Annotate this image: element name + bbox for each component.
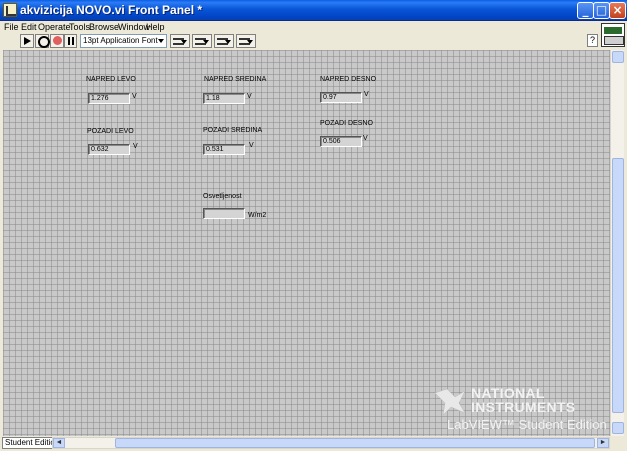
- indicator-osvetljenost[interactable]: [203, 208, 245, 219]
- indicator-label-napred-sredina: NAPRED SREDINA: [204, 76, 267, 83]
- indicator-unit-napred-levo: V: [132, 93, 137, 100]
- distribute-objects-dropdown[interactable]: [192, 34, 212, 48]
- horizontal-scroll-thumb[interactable]: [115, 438, 595, 448]
- font-dropdown[interactable]: 13pt Application Font: [80, 34, 167, 48]
- indicator-unit-pozadi-sredina: V: [249, 142, 254, 149]
- menu-tools[interactable]: Tools: [69, 22, 90, 33]
- chevron-down-icon: [225, 40, 231, 44]
- indicator-unit-napred-desno: V: [364, 91, 369, 98]
- menu-browse[interactable]: Browse: [89, 22, 119, 33]
- window-title: akvizicija NOVO.vi Front Panel *: [20, 3, 203, 17]
- chevron-down-icon: [158, 39, 164, 43]
- indicator-pozadi-levo[interactable]: 0.632: [88, 144, 130, 155]
- menu-bar: File Edit Operate Tools Browse Window He…: [0, 21, 600, 34]
- indicator-label-osvetljenost: Osvetljenost: [203, 193, 242, 200]
- vertical-scrollbar[interactable]: [610, 50, 624, 436]
- reorder-dropdown[interactable]: [236, 34, 256, 48]
- status-bar: Student Edition ◄ ►: [0, 436, 627, 451]
- front-panel[interactable]: NAPRED LEVO 1.276 V NAPRED SREDINA 1.18 …: [3, 50, 610, 436]
- indicator-label-pozadi-desno: POZADI DESNO: [320, 120, 373, 127]
- align-objects-dropdown[interactable]: [170, 34, 190, 48]
- run-continuously-button[interactable]: [35, 34, 50, 48]
- indicator-unit-pozadi-levo: V: [133, 143, 138, 150]
- indicator-label-pozadi-levo: POZADI LEVO: [87, 128, 134, 135]
- chevron-down-icon: [247, 40, 253, 44]
- indicator-label-napred-levo: NAPRED LEVO: [86, 76, 136, 83]
- font-dropdown-value: 13pt Application Font: [83, 36, 158, 45]
- context-help-button[interactable]: ?: [587, 34, 598, 47]
- horizontal-scrollbar[interactable]: ◄ ►: [52, 437, 610, 449]
- minimize-button[interactable]: _: [577, 2, 594, 19]
- menu-edit[interactable]: Edit: [21, 22, 37, 33]
- menu-file[interactable]: File: [4, 22, 19, 33]
- indicator-label-pozadi-sredina: POZADI SREDINA: [203, 127, 263, 134]
- maximize-button[interactable]: □: [593, 2, 610, 19]
- close-button[interactable]: ×: [609, 2, 626, 19]
- vi-icon[interactable]: [601, 23, 625, 47]
- vertical-scroll-thumb[interactable]: [612, 158, 624, 413]
- scroll-up-button[interactable]: [612, 51, 624, 63]
- abort-execution-button[interactable]: [50, 34, 64, 48]
- indicator-napred-desno[interactable]: 0.97: [320, 92, 362, 103]
- resize-objects-dropdown[interactable]: [214, 34, 234, 48]
- labview-app-icon[interactable]: [3, 3, 17, 17]
- indicator-unit-pozadi-desno: V: [363, 135, 368, 142]
- labview-edition-text: LabVIEW™ Student Edition: [447, 417, 607, 432]
- title-bar: akvizicija NOVO.vi Front Panel * _ □ ×: [0, 0, 627, 21]
- indicator-label-napred-desno: NAPRED DESNO: [320, 76, 377, 83]
- run-button[interactable]: [20, 34, 34, 48]
- indicator-unit-osvetljenost: W/m2: [248, 212, 267, 219]
- indicator-pozadi-desno[interactable]: 0.506: [320, 136, 362, 147]
- indicator-napred-sredina[interactable]: 1.18: [203, 93, 245, 104]
- ni-labview-watermark: NATIONAL INSTRUMENTS LabVIEW™ Student Ed…: [433, 383, 610, 433]
- chevron-down-icon: [203, 40, 209, 44]
- indicator-unit-napred-sredina: V: [247, 93, 252, 100]
- chevron-down-icon: [181, 40, 187, 44]
- scroll-left-button[interactable]: ◄: [53, 438, 65, 448]
- scroll-down-button[interactable]: [612, 422, 624, 434]
- indicator-napred-levo[interactable]: 1.276: [88, 93, 130, 104]
- menu-operate[interactable]: Operate: [38, 22, 71, 33]
- ni-brand-line2: INSTRUMENTS: [471, 399, 576, 415]
- toolbar: 13pt Application Font: [0, 34, 600, 48]
- menu-help[interactable]: Help: [146, 22, 165, 33]
- indicator-pozadi-sredina[interactable]: 0.531: [203, 144, 245, 155]
- scroll-right-button[interactable]: ►: [597, 438, 609, 448]
- ni-eagle-logo-icon: [435, 388, 465, 415]
- pause-button[interactable]: [64, 34, 77, 48]
